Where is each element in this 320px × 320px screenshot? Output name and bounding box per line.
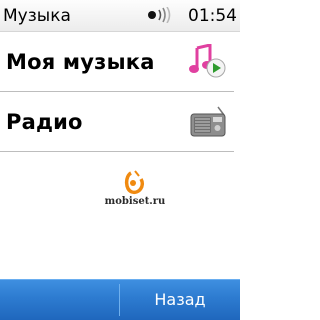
status-bar: Музыка 01:54 [0, 0, 240, 32]
divider [0, 151, 234, 152]
watermark: mobiset.ru [95, 170, 175, 215]
softkey-bar: Назад [0, 279, 240, 320]
clock: 01:54 [188, 6, 237, 26]
music-library-icon [188, 43, 228, 80]
watermark-text: mobiset.ru [104, 196, 166, 207]
menu-item-my-music[interactable]: Моя музыка [0, 32, 240, 92]
menu-item-radio[interactable]: Радио [0, 92, 240, 152]
signal-waves-icon [147, 6, 171, 27]
back-button[interactable]: Назад [120, 280, 240, 320]
menu-item-label: Радио [6, 110, 83, 134]
menu-item-label: Моя музыка [6, 50, 155, 74]
mobiset-logo-icon [124, 170, 145, 195]
radio-icon [188, 104, 228, 140]
app-title: Музыка [3, 6, 71, 26]
